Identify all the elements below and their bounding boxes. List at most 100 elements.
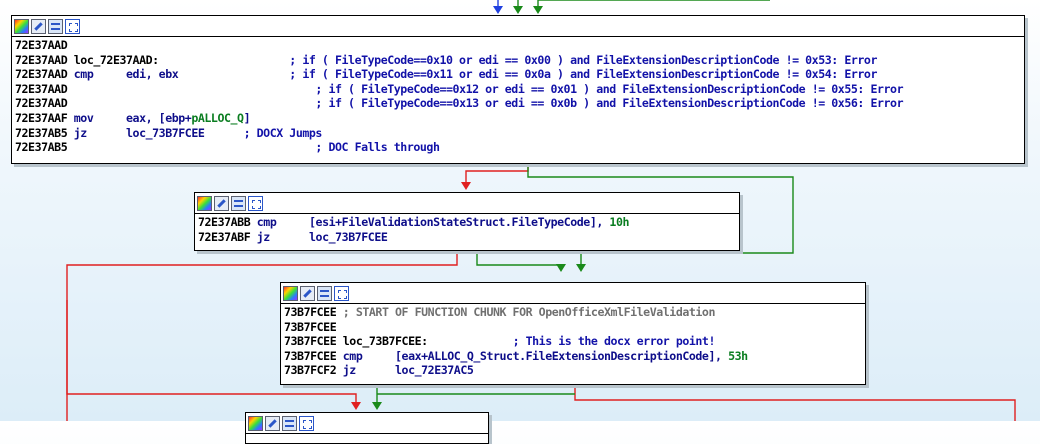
graph-overview-icon[interactable] (48, 18, 63, 34)
node-color-icon[interactable] (197, 195, 212, 211)
asm-line[interactable]: 73B7FCEE loc_73B7FCEE: ; This is the doc… (284, 334, 862, 349)
asm-lines: 72E37AAD 72E37AAD loc_72E37AAD: ; if ( Fi… (12, 37, 1024, 156)
asm-token: [esi+FileValidationStateStruct.FileTypeC… (276, 215, 610, 229)
asm-line[interactable]: 72E37AAD loc_72E37AAD: ; if ( FileTypeCo… (15, 53, 1021, 68)
asm-comment: ; This is the docx error point! (512, 334, 716, 349)
node-toolbar (246, 413, 488, 434)
graph-overview-icon[interactable] (282, 415, 297, 431)
node-toolbar (195, 193, 739, 214)
edge-true-3-arrow (372, 402, 382, 410)
code-block-72E37ABB[interactable]: 72E37ABB cmp [esi+FileValidationStateStr… (194, 192, 740, 251)
asm-comment: ; if ( FileTypeCode==0x11 or edi == 0x0a… (289, 67, 877, 82)
asm-line[interactable]: 72E37ABF jz loc_73B7FCEE (198, 230, 736, 245)
asm-token: edi, ebx (93, 67, 179, 82)
edge-in-green-2-arrow (533, 6, 543, 14)
edge-false-4-arrow (351, 402, 361, 410)
asm-token: loc_73B7FCEE: (342, 334, 428, 349)
asm-token: mov (73, 110, 94, 125)
asm-comment: ; if ( FileTypeCode==0x12 or edi == 0x01… (315, 81, 904, 96)
asm-operand-value: pALLOC_Q (191, 110, 244, 125)
rename-node-icon[interactable] (214, 195, 229, 211)
asm-line[interactable]: 72E37AAD ; if ( FileTypeCode==0x12 or ed… (15, 82, 1021, 97)
code-block-next[interactable] (245, 412, 489, 444)
code-block-72E37AAD[interactable]: 72E37AAD 72E37AAD loc_72E37AAD: ; if ( Fi… (11, 15, 1025, 164)
asm-token: ; START OF FUNCTION CHUNK FOR OpenOffice… (342, 305, 716, 319)
rename-node-icon[interactable] (265, 415, 280, 431)
asm-token (67, 96, 315, 110)
graph-overview-icon[interactable] (317, 285, 332, 301)
asm-token: cmp (256, 215, 277, 229)
asm-token: 72E37AAD (15, 67, 74, 82)
asm-token: loc_72E37AC5 (355, 363, 474, 378)
node-color-icon[interactable] (283, 285, 298, 301)
node-toolbar (12, 16, 1024, 37)
asm-line[interactable]: 72E37AAD cmp edi, ebx ; if ( FileTypeCod… (15, 67, 1021, 82)
asm-line[interactable]: 73B7FCEE (284, 320, 862, 335)
asm-token: 73B7FCEE (284, 319, 337, 334)
edge-false-3 (574, 383, 1016, 421)
edge-in-blue-arrow (493, 6, 503, 14)
asm-token (178, 67, 289, 81)
asm-token: 72E37AAD (15, 38, 68, 52)
asm-line[interactable]: 72E37AAF mov eax, [ebp+pALLOC_Q] (15, 111, 1021, 126)
asm-token: loc_73B7FCEE (269, 229, 388, 244)
asm-token (159, 53, 290, 67)
asm-comment: ; DOC Falls through (315, 140, 440, 155)
asm-lines: 72E37ABB cmp [esi+FileValidationStateStr… (195, 214, 739, 245)
edge-in-green-1-arrow (513, 6, 523, 14)
asm-token: jz (342, 363, 357, 378)
rename-node-icon[interactable] (300, 285, 315, 301)
asm-token: 72E37AB5 (15, 140, 68, 155)
asm-line[interactable]: 72E37AAD (15, 38, 1021, 53)
edge-true-2 (476, 249, 562, 266)
asm-token (428, 334, 513, 348)
asm-line[interactable]: 72E37AB5 jz loc_73B7FCEE ; DOCX Jumps (15, 126, 1021, 141)
asm-token: 73B7FCF2 (284, 363, 343, 378)
node-color-icon[interactable] (14, 18, 29, 34)
asm-line[interactable]: 72E37AAD ; if ( FileTypeCode==0x13 or ed… (15, 96, 1021, 111)
asm-line[interactable]: 72E37AB5 ; DOC Falls through (15, 140, 1021, 155)
asm-token: 72E37AB5 (15, 125, 74, 140)
asm-token: cmp (342, 348, 363, 363)
edge-true-1-arrow (576, 264, 586, 272)
asm-token: 73B7FCEE (284, 334, 343, 349)
node-toolbar (281, 283, 865, 304)
group-nodes-icon[interactable] (248, 195, 263, 211)
group-nodes-icon[interactable] (334, 285, 349, 301)
asm-token: 72E37ABF (198, 229, 257, 244)
group-nodes-icon[interactable] (65, 18, 80, 34)
edge-true-2-arrow (556, 264, 566, 272)
asm-comment: ; DOCX Jumps (243, 125, 323, 140)
asm-token: 73B7FCEE (284, 348, 343, 363)
asm-token: [eax+ALLOC_Q_Struct.FileExtensionDescrip… (362, 348, 729, 363)
asm-comment: ; if ( FileTypeCode==0x10 or edi == 0x00… (289, 52, 877, 67)
node-color-icon[interactable] (248, 415, 263, 431)
asm-token (204, 126, 243, 140)
asm-lines: 73B7FCEE ; START OF FUNCTION CHUNK FOR O… (281, 304, 865, 379)
edge-false-1-arrow (461, 182, 471, 190)
edge-in-green-2 (537, 0, 770, 8)
asm-token: 72E37ABB (198, 215, 257, 229)
asm-comment: ; if ( FileTypeCode==0x13 or edi == 0x0b… (315, 96, 904, 111)
asm-line[interactable]: 73B7FCEE ; START OF FUNCTION CHUNK FOR O… (284, 305, 862, 320)
asm-token: 73B7FCEE (284, 305, 343, 319)
asm-operand-value: 10h (609, 215, 630, 229)
asm-line[interactable]: 72E37ABB cmp [esi+FileValidationStateStr… (198, 215, 736, 230)
rename-node-icon[interactable] (31, 18, 46, 34)
group-nodes-icon[interactable] (299, 415, 314, 431)
asm-token: jz (256, 229, 271, 244)
asm-token: loc_72E37AAD: (73, 52, 159, 67)
asm-line[interactable]: 73B7FCEE cmp [eax+ALLOC_Q_Struct.FileExt… (284, 349, 862, 364)
asm-token (67, 82, 315, 96)
asm-token: cmp (73, 67, 94, 82)
asm-line[interactable]: 73B7FCF2 jz loc_72E37AC5 (284, 363, 862, 378)
asm-token: eax, [ebp+ (93, 110, 192, 125)
asm-token: 72E37AAD (15, 96, 68, 111)
asm-token: 72E37AAF (15, 110, 74, 125)
asm-token: ] (243, 110, 251, 125)
code-block-73B7FCEE[interactable]: 73B7FCEE ; START OF FUNCTION CHUNK FOR O… (280, 282, 866, 385)
asm-operand-value: 53h (728, 348, 748, 363)
graph-overview-icon[interactable] (231, 195, 246, 211)
asm-token (67, 140, 315, 154)
asm-token: loc_73B7FCEE (86, 125, 205, 140)
